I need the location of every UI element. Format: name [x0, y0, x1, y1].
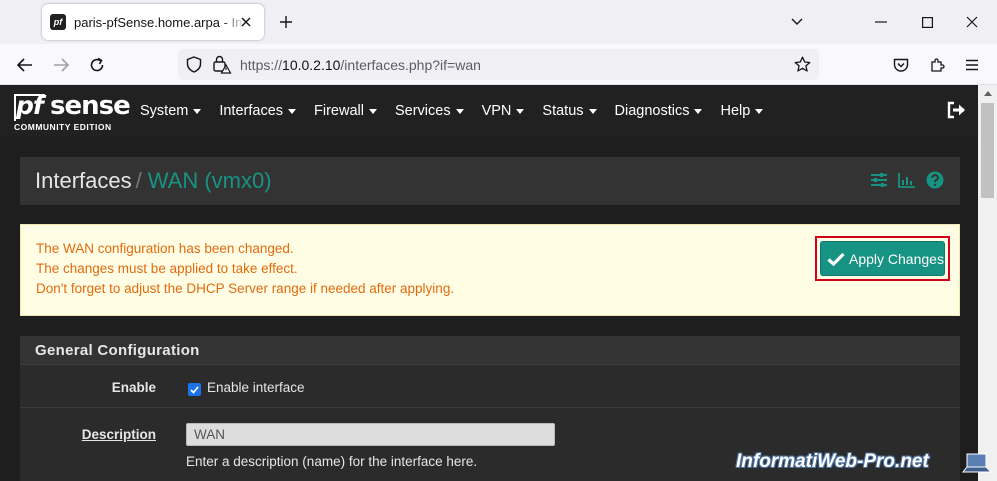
close-tab-icon[interactable] — [236, 12, 256, 32]
pfsense-logo[interactable]: pf sense COMMUNITY EDITION — [14, 91, 131, 133]
logout-icon[interactable] — [947, 101, 967, 119]
maximize-icon[interactable] — [912, 8, 942, 36]
page-content: Interfaces / WAN (vmx0) The WAN configurat… — [0, 137, 978, 481]
browser-nav-bar: https://10.0.2.10/interfaces.php?if=wan — [0, 44, 997, 85]
pfsense-header: pf sense COMMUNITY EDITION System Interf… — [0, 85, 978, 137]
caret-down-icon — [516, 108, 525, 114]
menu-system[interactable]: System — [140, 103, 202, 119]
caret-down-icon — [755, 108, 764, 114]
close-window-icon[interactable] — [957, 8, 987, 36]
description-input[interactable] — [186, 423, 555, 446]
apply-changes-label: Apply Changes — [849, 250, 944, 267]
caret-down-icon — [455, 108, 464, 114]
list-all-tabs-icon[interactable] — [786, 12, 808, 32]
caret-down-icon — [193, 108, 202, 114]
alert-line: The WAN configuration has been changed. — [36, 241, 294, 256]
enable-interface-checkbox[interactable] — [188, 383, 201, 396]
shield-icon[interactable] — [186, 56, 202, 78]
menu-firewall[interactable]: Firewall — [314, 103, 377, 119]
caret-down-icon — [368, 108, 377, 114]
bookmark-star-icon[interactable] — [794, 56, 811, 78]
apply-changes-button[interactable]: Apply Changes — [820, 241, 945, 276]
breadcrumb-current[interactable]: WAN (vmx0) — [148, 168, 272, 193]
checkmark-icon — [827, 252, 845, 266]
watermark: InformatiWeb-Pro.net — [736, 451, 929, 472]
help-question-icon[interactable] — [926, 171, 944, 189]
browser-tab-bar: pf paris-pfSense.home.arpa - Interfaces:… — [0, 0, 997, 44]
page-scrollbar[interactable] — [978, 85, 997, 481]
description-label[interactable]: Description — [82, 427, 156, 442]
caret-down-icon — [288, 108, 297, 114]
breadcrumb-icons — [870, 171, 944, 189]
enable-label: Enable — [111, 380, 156, 395]
main-menu: System Interfaces Firewall Services VPN … — [140, 85, 781, 137]
bar-chart-icon[interactable] — [898, 171, 916, 189]
scroll-up-arrow-icon[interactable] — [978, 85, 997, 102]
lock-warning-icon[interactable] — [212, 55, 232, 79]
description-help-text: Enter a description (name) for the inter… — [186, 454, 478, 469]
menu-hamburger-icon[interactable] — [959, 52, 985, 78]
tab-title: paris-pfSense.home.arpa - Interfaces: WA… — [74, 14, 246, 30]
menu-services[interactable]: Services — [395, 103, 464, 119]
logo-pf: pf — [16, 91, 44, 120]
logo-edition: COMMUNITY EDITION — [14, 122, 112, 132]
caret-down-icon — [588, 108, 597, 114]
minimize-icon[interactable] — [866, 8, 896, 36]
check-icon — [190, 385, 199, 394]
changes-alert: The WAN configuration has been changed. … — [20, 224, 960, 316]
reload-icon[interactable] — [84, 52, 110, 78]
breadcrumb: Interfaces / WAN (vmx0) — [20, 157, 960, 205]
new-tab-icon[interactable] — [276, 10, 296, 34]
url-text[interactable]: https://10.0.2.10/interfaces.php?if=wan — [240, 57, 481, 73]
menu-diagnostics[interactable]: Diagnostics — [615, 103, 703, 119]
enable-interface-label[interactable]: Enable interface — [207, 380, 305, 395]
enable-row: Enable Enable interface — [20, 365, 960, 408]
back-arrow-icon[interactable] — [12, 52, 38, 78]
menu-help[interactable]: Help — [720, 103, 764, 119]
logo-sense: sense — [50, 91, 131, 121]
apply-highlight-frame: Apply Changes — [815, 236, 950, 281]
menu-vpn[interactable]: VPN — [482, 103, 525, 119]
breadcrumb-separator: / — [135, 168, 142, 193]
pfsense-favicon-icon: pf — [50, 14, 66, 30]
page-title: Interfaces / WAN (vmx0) — [35, 168, 272, 194]
breadcrumb-root[interactable]: Interfaces — [35, 168, 132, 193]
scroll-thumb[interactable] — [981, 103, 994, 198]
browser-tab[interactable]: pf paris-pfSense.home.arpa - Interfaces:… — [42, 4, 264, 40]
panel-title: General Configuration — [35, 342, 200, 359]
sliders-icon[interactable] — [870, 171, 888, 189]
alert-line: The changes must be applied to take effe… — [36, 261, 298, 276]
forward-arrow-icon[interactable] — [48, 52, 74, 78]
alert-line: Don't forget to adjust the DHCP Server r… — [36, 281, 455, 296]
panel-header: General Configuration — [20, 336, 960, 365]
menu-interfaces[interactable]: Interfaces — [219, 103, 297, 119]
laptop-logo-icon — [961, 452, 993, 474]
caret-down-icon — [694, 108, 703, 114]
address-bar[interactable]: https://10.0.2.10/interfaces.php?if=wan — [178, 49, 819, 80]
pocket-icon[interactable] — [888, 52, 914, 78]
menu-status[interactable]: Status — [542, 103, 597, 119]
extensions-icon[interactable] — [924, 52, 950, 78]
